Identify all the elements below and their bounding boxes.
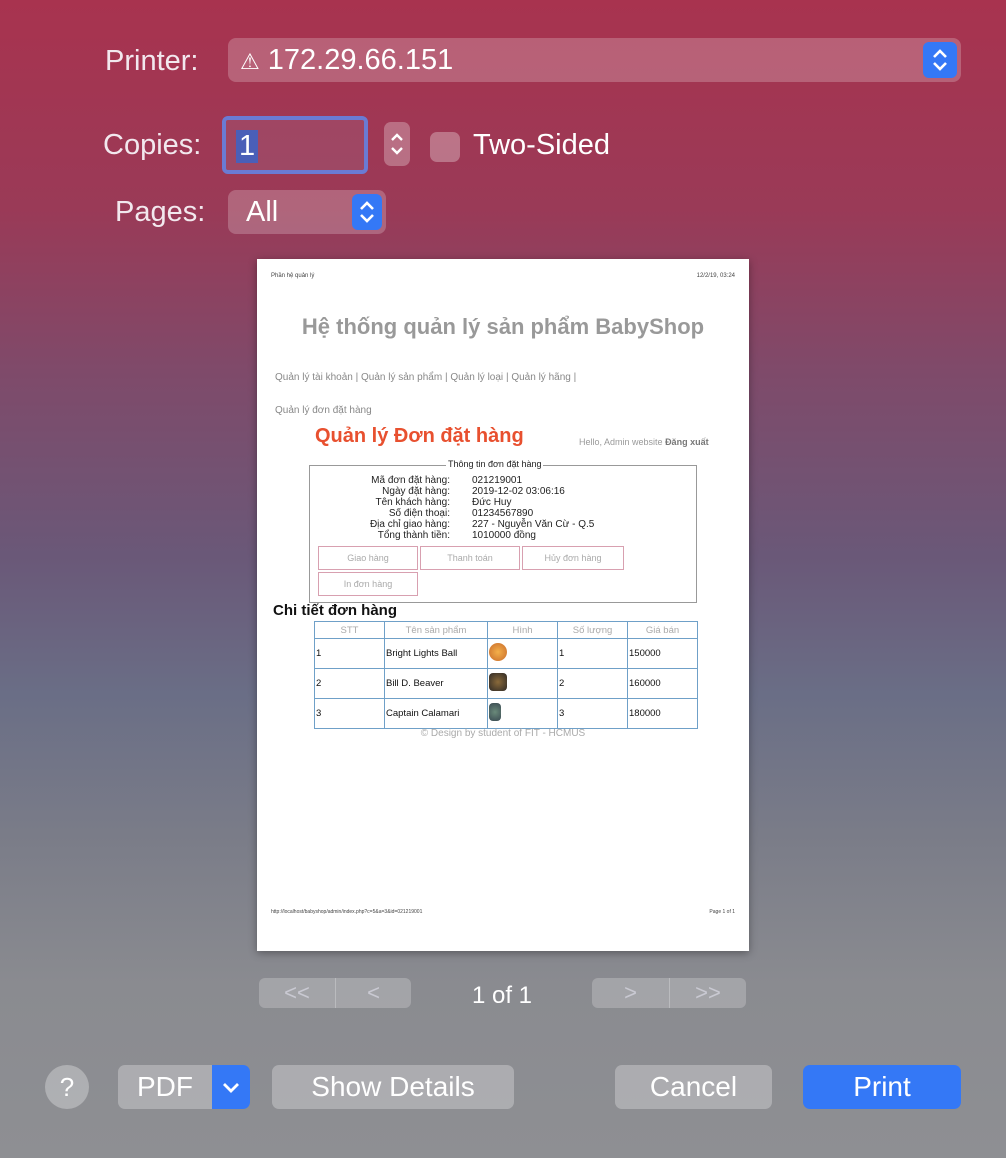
cell-image [487,668,558,699]
next-page-button[interactable]: > [592,978,669,1008]
print-preview-page: Phần hệ quản lý 12/2/19, 03:24 Hệ thống … [257,259,749,951]
footer-page: Page 1 of 1 [709,909,735,915]
site-title: Hệ thống quản lý sản phẩm BabyShop [301,314,705,339]
order-detail-title: Chi tiết đơn hàng [273,602,397,619]
printer-select[interactable]: ⚠ 172.29.66.151 [228,38,961,82]
pdf-button[interactable]: PDF [118,1065,212,1109]
nav-item-brands: Quản lý hãng [511,372,571,383]
cell-image [487,698,558,729]
copies-input[interactable]: 1 [222,116,368,174]
printer-value: 172.29.66.151 [267,44,454,76]
cell-stt: 2 [314,668,385,699]
page-status: 1 of 1 [471,982,533,1009]
nav-item-categories: Quản lý loại [450,372,504,383]
order-info-legend: Thông tin đơn đặt hàng [446,459,544,469]
order-detail-table: STT Tên sản phẩm Hình Số lượng Giá bán 1… [314,621,698,729]
first-page-button[interactable]: << [259,978,335,1008]
help-button[interactable]: ? [45,1065,89,1109]
cell-qty: 1 [557,638,628,669]
two-sided-checkbox[interactable] [430,132,460,162]
info-value: 227 - Nguyễn Văn Cừ - Q.5 [472,519,595,530]
copies-stepper[interactable] [384,122,410,166]
copyright-text: © Design by student of FIT - HCMUS [420,728,586,739]
col-header: Giá bán [627,621,698,639]
printer-value-wrap: ⚠ 172.29.66.151 [240,44,453,77]
info-value: 01234567890 [472,508,534,519]
warning-icon: ⚠ [240,49,260,74]
cell-name: Bright Lights Ball [384,638,488,669]
col-header: Tên sản phẩm [384,621,488,639]
two-sided-label: Two-Sided [473,129,611,161]
pay-button: Thanh toán [420,546,520,570]
printer-label: Printer: [105,45,199,77]
info-value: Đức Huy [472,497,512,508]
pages-chevron-icon[interactable] [352,194,382,230]
copies-label: Copies: [103,129,202,161]
nav-sep: | [444,372,448,383]
cell-price: 160000 [627,668,698,699]
last-page-button[interactable]: >> [669,978,746,1008]
prev-page-button[interactable]: < [335,978,411,1008]
info-value: 021219001 [472,475,523,486]
cell-stt: 1 [314,638,385,669]
nav-item-products: Quản lý sản phẩm [361,372,443,383]
print-order-button: In đơn hàng [318,572,418,596]
cell-price: 180000 [627,698,698,729]
preview-header-left: Phần hệ quản lý [271,273,315,279]
product-image [489,643,507,661]
nav-item-orders: Quản lý đơn đặt hàng [275,405,372,416]
info-label: Địa chỉ giao hàng: [369,519,450,530]
cell-qty: 2 [557,668,628,699]
preview-header-right: 12/2/19, 03:24 [696,273,735,279]
nav-bar: Quản lý tài khoản | Quản lý sản phẩm | Q… [275,372,576,383]
info-label: Tổng thành tiền: [377,530,450,541]
pager-back-group: << < [259,978,411,1008]
pages-select[interactable]: All [228,190,386,234]
table-header-row: STT Tên sản phẩm Hình Số lượng Giá bán [314,621,698,639]
product-image [489,703,501,721]
nav-sep: | [573,372,577,383]
col-header: STT [314,621,385,639]
cell-name: Bill D. Beaver [384,668,488,699]
order-page-title: Quản lý Đơn đặt hàng [315,425,524,447]
order-info-fieldset: Thông tin đơn đặt hàng Mã đơn đặt hàng: … [309,459,697,603]
printer-chevron-icon[interactable] [923,42,957,78]
info-label: Tên khách hàng: [375,497,451,508]
table-row: 2 Bill D. Beaver 2 160000 [314,668,698,699]
info-value: 1010000 đồng [472,530,536,541]
logout-link: Đăng xuất [665,437,709,447]
col-header: Số lượng [557,621,628,639]
cell-stt: 3 [314,698,385,729]
pager-forward-group: > >> [592,978,746,1008]
print-button[interactable]: Print [803,1065,961,1109]
table-row: 1 Bright Lights Ball 1 150000 [314,638,698,669]
hello-greeting: Hello, Admin website [579,437,663,447]
footer-url: http://localhost/babyshop/admin/index.ph… [271,909,423,915]
product-image [489,673,507,691]
pages-label: Pages: [115,196,206,228]
copies-value: 1 [236,130,259,163]
cell-image [487,638,558,669]
pdf-dropdown-chevron-icon[interactable] [212,1065,250,1109]
nav-sep: | [355,372,359,383]
cancel-order-button: Hủy đơn hàng [522,546,624,570]
hello-text: Hello, Admin website Đăng xuất [579,437,709,447]
info-label: Mã đơn đặt hàng: [371,475,450,486]
cell-name: Captain Calamari [384,698,488,729]
info-value: 2019-12-02 03:06:16 [472,486,565,497]
info-label: Ngày đặt hàng: [382,486,450,497]
info-label: Số điện thoại: [388,508,450,519]
show-details-button[interactable]: Show Details [272,1065,514,1109]
cell-qty: 3 [557,698,628,729]
deliver-button: Giao hàng [318,546,418,570]
table-row: 3 Captain Calamari 3 180000 [314,698,698,729]
nav-item-accounts: Quản lý tài khoản [275,372,353,383]
nav-sep: | [505,372,509,383]
cancel-button[interactable]: Cancel [615,1065,772,1109]
col-header: Hình [487,621,558,639]
pages-value: All [246,196,279,228]
cell-price: 150000 [627,638,698,669]
